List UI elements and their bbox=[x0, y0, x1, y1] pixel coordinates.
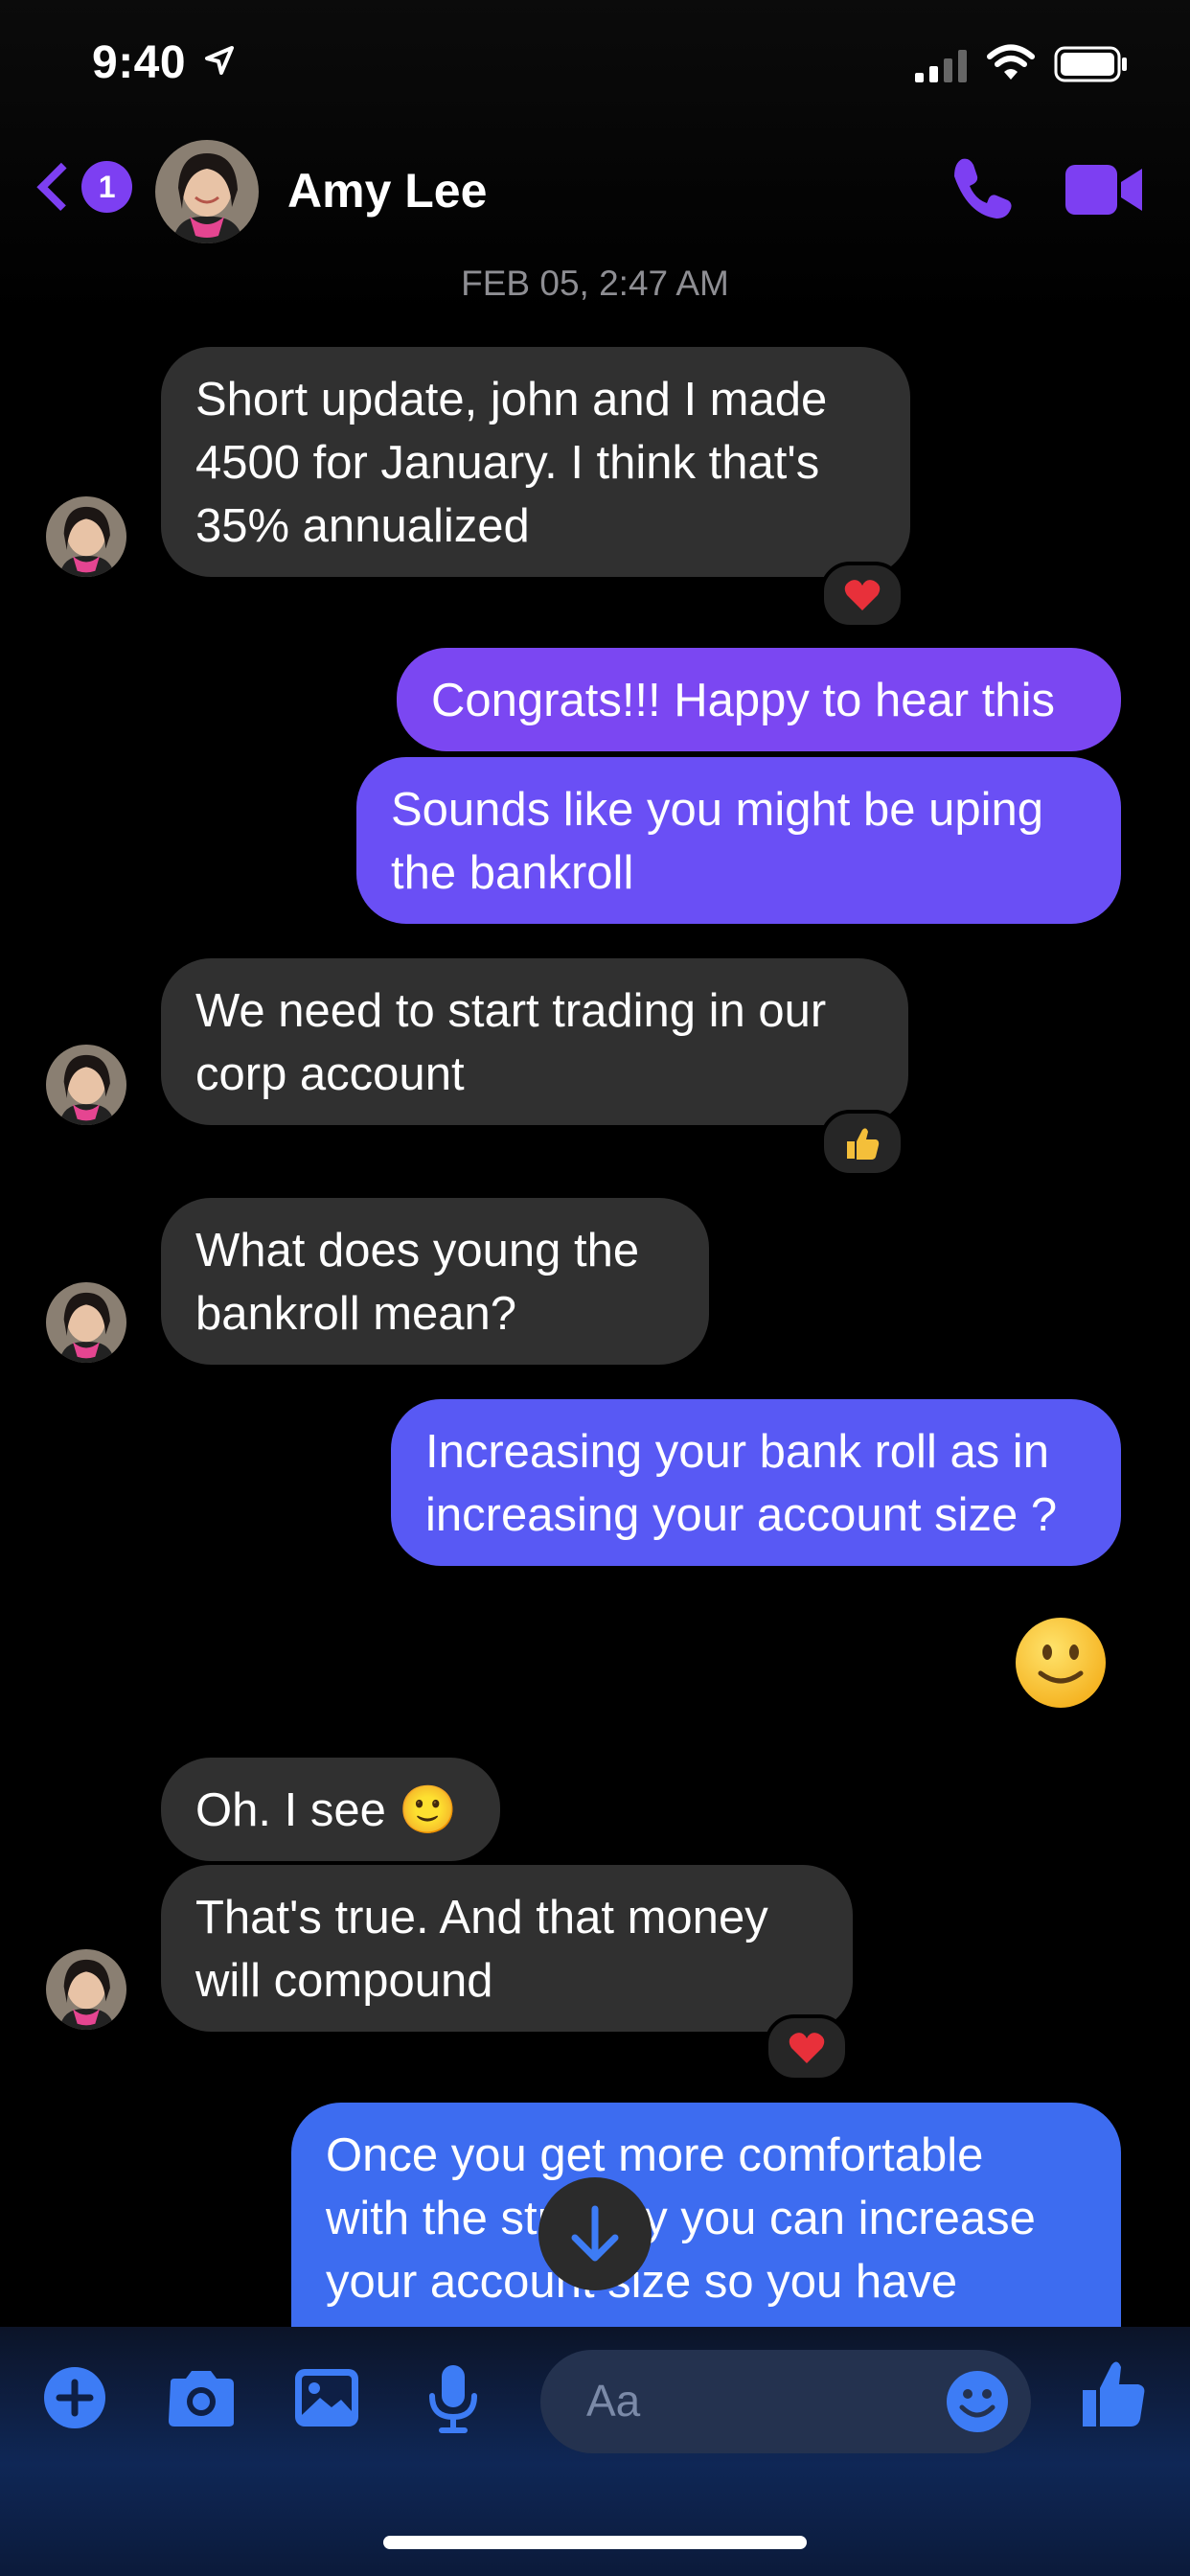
message-line: bankroll mean? bbox=[195, 1288, 517, 1340]
arrow-down-icon bbox=[571, 2205, 619, 2262]
message-line: corp account bbox=[195, 1048, 465, 1100]
phone-call-icon[interactable] bbox=[949, 155, 1016, 227]
sender-avatar[interactable] bbox=[46, 1949, 126, 2030]
heart-reaction-icon[interactable] bbox=[820, 562, 904, 629]
message-line: That's true. And that money bbox=[195, 1892, 768, 1944]
message-line: the bankroll bbox=[391, 847, 634, 899]
contact-name[interactable]: Amy Lee bbox=[287, 163, 487, 218]
wifi-icon bbox=[987, 44, 1035, 87]
cellular-signal-icon bbox=[915, 50, 969, 87]
video-call-icon[interactable] bbox=[1065, 163, 1144, 221]
contact-avatar[interactable] bbox=[155, 140, 259, 243]
message-line: Sounds like you might be uping bbox=[391, 784, 1043, 836]
message-line: What does young the bbox=[195, 1225, 640, 1276]
camera-icon[interactable] bbox=[165, 2369, 238, 2433]
thumbs-up-reaction-icon[interactable] bbox=[820, 1110, 904, 1177]
message-line: with the strategy you can increase bbox=[326, 2193, 1036, 2244]
plus-circle-icon[interactable] bbox=[42, 2365, 107, 2435]
back-button[interactable]: 1 bbox=[36, 153, 132, 220]
sender-avatar[interactable] bbox=[46, 1045, 126, 1125]
message-line: Once you get more comfortable bbox=[326, 2129, 984, 2181]
message-line: Oh. I see 🙂 bbox=[195, 1784, 458, 1836]
sender-avatar[interactable] bbox=[46, 496, 126, 577]
unread-count-badge: 1 bbox=[81, 161, 132, 213]
sender-avatar[interactable] bbox=[46, 1282, 126, 1363]
message-bubble-outgoing[interactable]: Sounds like you might be uping the bankr… bbox=[356, 757, 1121, 924]
message-bubble-incoming[interactable]: Oh. I see 🙂 bbox=[161, 1758, 500, 1861]
message-line: Increasing your bank roll as in bbox=[425, 1426, 1049, 1478]
status-time: 9:40 bbox=[92, 37, 187, 88]
message-line: your account size so you have bbox=[326, 2256, 958, 2308]
message-line: Short update, john and I made bbox=[195, 374, 828, 426]
thumbs-up-send-icon[interactable] bbox=[1081, 2358, 1148, 2435]
photo-gallery-icon[interactable] bbox=[293, 2367, 360, 2433]
message-line: 35% annualized bbox=[195, 500, 530, 552]
message-line: We need to start trading in our bbox=[195, 985, 827, 1037]
message-line: will compound bbox=[195, 1955, 493, 2007]
thread-timestamp: FEB 05, 2:47 AM bbox=[461, 264, 729, 303]
slightly-smiling-face-emoji-icon[interactable] bbox=[1014, 1616, 1108, 1714]
emoji-picker-icon[interactable] bbox=[945, 2369, 1010, 2439]
message-bubble-incoming[interactable]: What does young the bankroll mean? bbox=[161, 1198, 709, 1365]
message-bubble-incoming[interactable]: We need to start trading in our corp acc… bbox=[161, 958, 908, 1125]
chevron-left-icon bbox=[36, 162, 85, 212]
microphone-icon[interactable] bbox=[427, 2363, 479, 2439]
message-bubble-incoming[interactable]: That's true. And that money will compoun… bbox=[161, 1865, 853, 2032]
message-bubble-outgoing[interactable]: Congrats!!! Happy to hear this bbox=[397, 648, 1121, 751]
message-line: Congrats!!! Happy to hear this bbox=[431, 675, 1055, 726]
message-line: increasing your account size ? bbox=[425, 1489, 1058, 1541]
message-bubble-incoming[interactable]: Short update, john and I made 4500 for J… bbox=[161, 347, 910, 577]
message-input-placeholder: Aa bbox=[586, 2376, 641, 2426]
heart-reaction-icon[interactable] bbox=[765, 2014, 849, 2082]
message-line: 4500 for January. I think that's bbox=[195, 437, 820, 489]
home-indicator bbox=[383, 2536, 807, 2549]
location-arrow-icon bbox=[203, 44, 236, 81]
scroll-to-bottom-button[interactable] bbox=[538, 2177, 652, 2290]
battery-icon bbox=[1054, 46, 1129, 87]
message-bubble-outgoing[interactable]: Increasing your bank roll as in increasi… bbox=[391, 1399, 1121, 1566]
